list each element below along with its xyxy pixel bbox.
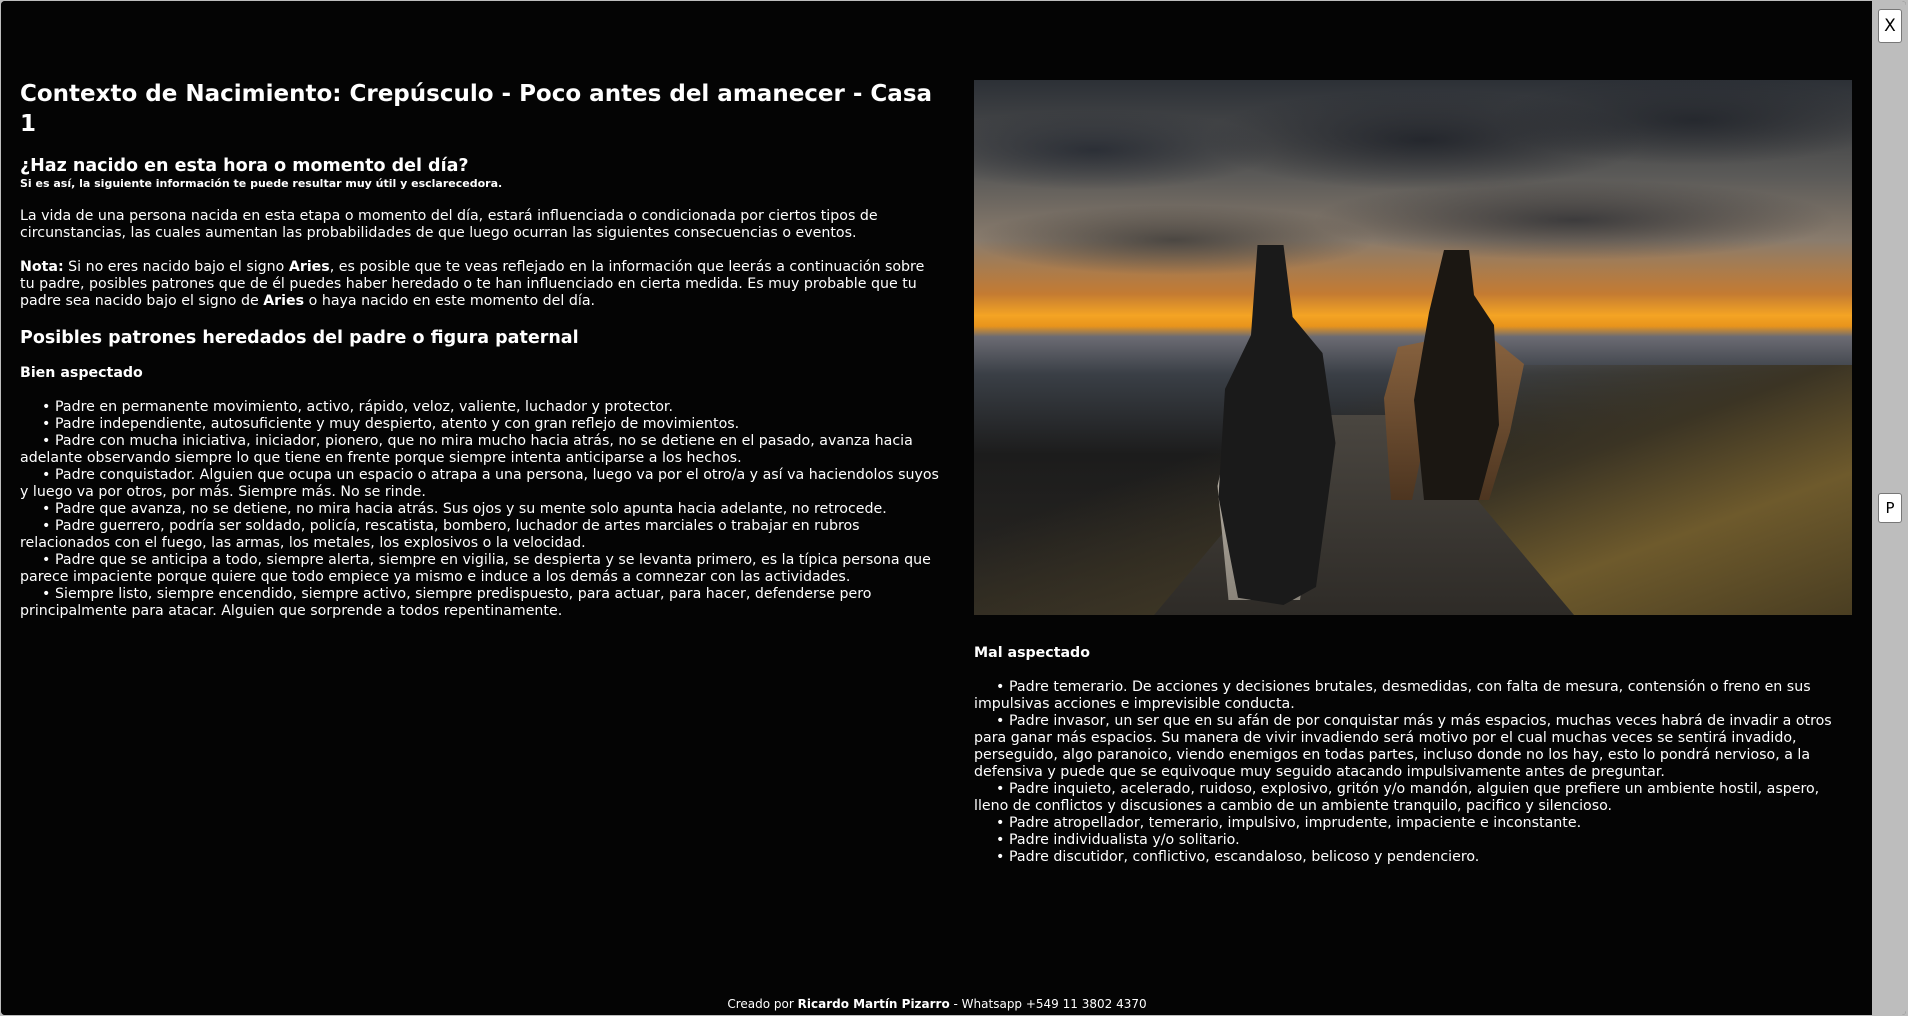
- list-item: Padre en permanente movimiento, activo, …: [20, 399, 942, 416]
- bad-aspect-list: Padre temerario. De acciones y decisione…: [974, 679, 1852, 866]
- question-heading: ¿Haz nacido en esta hora o momento del d…: [20, 156, 469, 176]
- footer: Creado por Ricardo Martín Pizarro - What…: [1, 997, 1873, 1011]
- note-sign-2: Aries: [263, 293, 305, 309]
- footer-author: Ricardo Martín Pizarro: [797, 997, 950, 1011]
- list-item: Padre con mucha iniciativa, iniciador, p…: [20, 433, 942, 467]
- footer-prefix: Creado por: [727, 997, 798, 1011]
- note-text-3: o haya nacido en este momento del día.: [304, 293, 596, 309]
- list-item: Padre guerrero, podría ser soldado, poli…: [20, 518, 942, 552]
- modal-window: Contexto de Nacimiento: Crepúsculo - Poc…: [1, 1, 1906, 1015]
- close-button[interactable]: X: [1878, 9, 1902, 43]
- list-item: Padre atropellador, temerario, impulsivo…: [974, 815, 1852, 832]
- list-item: Padre que se anticipa a todo, siempre al…: [20, 552, 942, 586]
- list-item: Padre temerario. De acciones y decisione…: [974, 679, 1852, 713]
- list-item: Padre que avanza, no se detiene, no mira…: [20, 501, 942, 518]
- right-column: Mal aspectado Padre temerario. De accion…: [974, 80, 1852, 866]
- note-paragraph: Nota: Si no eres nacido bajo el signo Ar…: [20, 259, 942, 310]
- modal-content: Contexto de Nacimiento: Crepúsculo - Poc…: [1, 1, 1873, 1015]
- note-label: Nota:: [20, 259, 64, 275]
- good-aspect-list: Padre en permanente movimiento, activo, …: [20, 399, 942, 620]
- photo-clouds: [974, 80, 1852, 300]
- list-item: Padre individualista y/o solitario.: [974, 832, 1852, 849]
- scrollbar[interactable]: X P: [1872, 1, 1906, 1015]
- footer-suffix: - Whatsapp +549 11 3802 4370: [949, 997, 1147, 1011]
- bad-aspect-title: Mal aspectado: [974, 645, 1090, 661]
- intro-paragraph: La vida de una persona nacida en esta et…: [20, 208, 878, 241]
- list-item: Padre discutidor, conflictivo, escandalo…: [974, 849, 1852, 866]
- left-column: Contexto de Nacimiento: Crepúsculo - Poc…: [20, 79, 942, 620]
- note-sign-1: Aries: [288, 259, 330, 275]
- list-item: Padre independiente, autosuficiente y mu…: [20, 416, 942, 433]
- subtitle: Si es así, la siguiente información te p…: [20, 177, 503, 190]
- section-heading: Posibles patrones heredados del padre o …: [20, 328, 579, 348]
- p-button[interactable]: P: [1878, 493, 1902, 523]
- list-item: Padre inquieto, acelerado, ruidoso, expl…: [974, 781, 1852, 815]
- list-item: Siempre listo, siempre encendido, siempr…: [20, 586, 942, 620]
- good-aspect-title: Bien aspectado: [20, 365, 143, 381]
- list-item: Padre invasor, un ser que en su afán de …: [974, 713, 1852, 781]
- list-item: Padre conquistador. Alguien que ocupa un…: [20, 467, 942, 501]
- note-text-1: Si no eres nacido bajo el signo: [63, 259, 289, 275]
- page-title: Contexto de Nacimiento: Crepúsculo - Poc…: [20, 81, 933, 137]
- sunset-riders-photo: [974, 80, 1852, 615]
